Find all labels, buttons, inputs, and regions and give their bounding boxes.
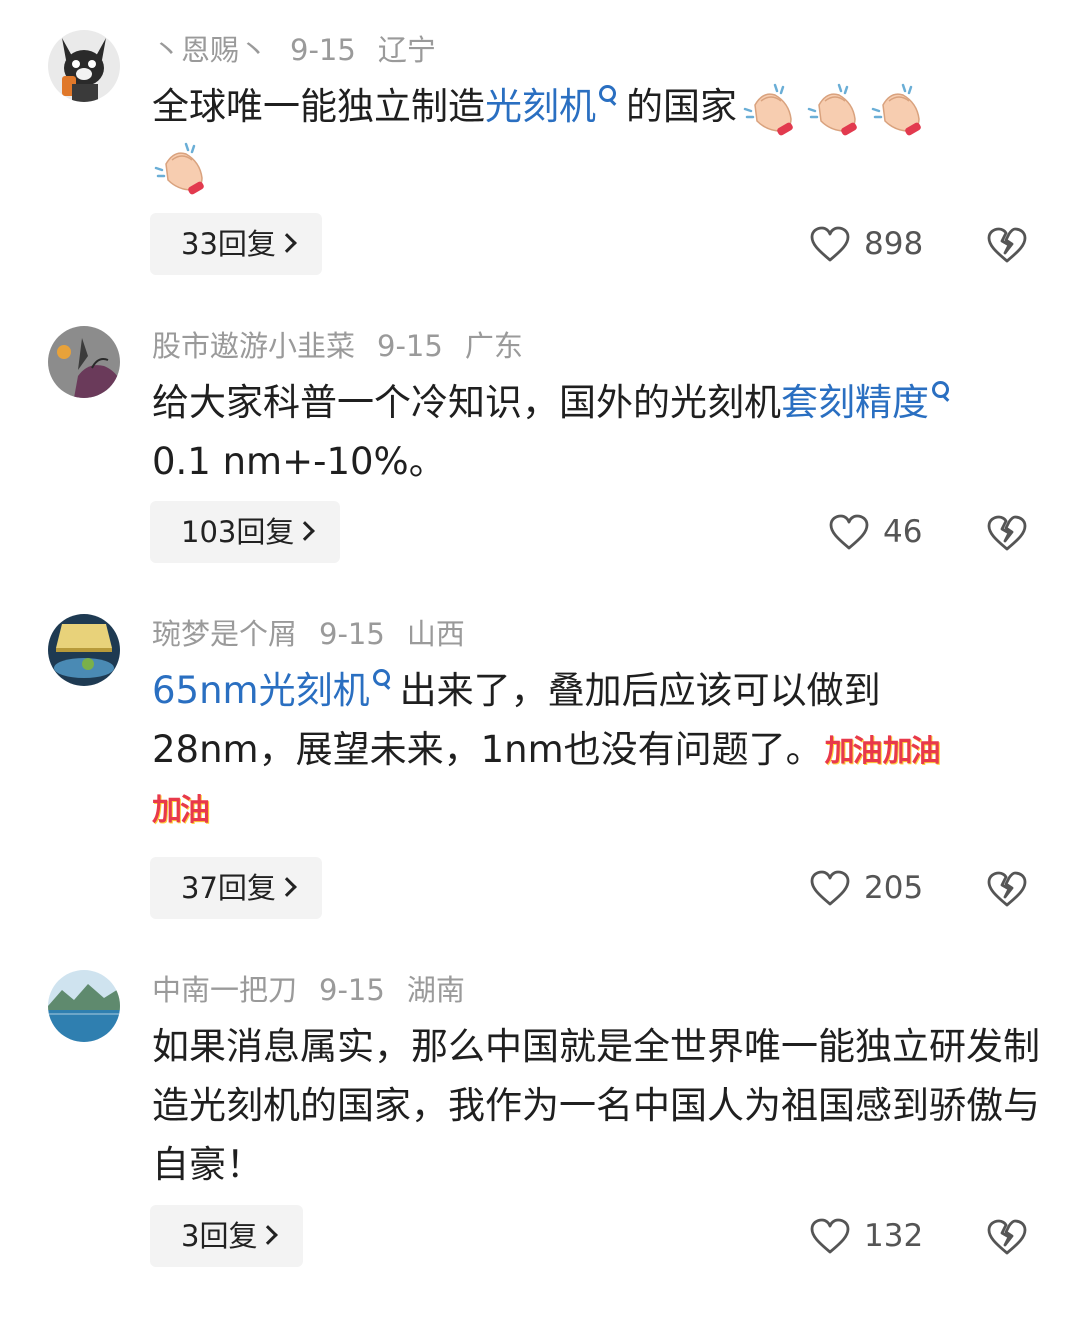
lamp-avatar-icon bbox=[48, 614, 120, 686]
username[interactable]: 琬梦是个屑 bbox=[152, 617, 297, 651]
comment-date: 9-15 bbox=[319, 973, 385, 1007]
clapping-hands-icon bbox=[869, 81, 929, 137]
comment-date: 9-15 bbox=[319, 617, 385, 651]
avatar[interactable] bbox=[48, 326, 120, 398]
comment-text: 65nm光刻机 出来了，叠加后应该可以做到28nm，展望未来，1nm也没有问题了。… bbox=[152, 667, 941, 828]
heart-icon[interactable] bbox=[829, 514, 869, 550]
search-icon bbox=[372, 667, 392, 697]
clapping-hands-icon bbox=[805, 81, 865, 137]
heart-icon[interactable] bbox=[810, 1218, 850, 1254]
comment-meta: 丶恩赐丶 9-15 辽宁 bbox=[152, 32, 458, 68]
mountain-lake-avatar-icon bbox=[48, 970, 120, 1042]
comment-location: 辽宁 bbox=[377, 33, 436, 67]
chevron-right-icon bbox=[277, 877, 297, 897]
jiayou-sticker-icon: 加油 bbox=[824, 733, 883, 769]
chevron-right-icon bbox=[277, 233, 297, 253]
avatar[interactable] bbox=[48, 970, 120, 1042]
heart-icon[interactable] bbox=[810, 226, 850, 262]
comment-meta: 股市遨游小韭菜 9-15 广东 bbox=[152, 328, 545, 364]
broken-heart-icon[interactable] bbox=[987, 1218, 1027, 1256]
username[interactable]: 股市遨游小韭菜 bbox=[152, 329, 355, 363]
avatar[interactable] bbox=[48, 614, 120, 686]
comment-location: 广东 bbox=[464, 329, 523, 363]
broken-heart-icon[interactable] bbox=[987, 514, 1027, 552]
reply-button[interactable]: 3回复 bbox=[150, 1205, 304, 1267]
clapping-hands-icon bbox=[741, 81, 801, 137]
comment-location: 湖南 bbox=[406, 973, 465, 1007]
broken-heart-icon[interactable] bbox=[987, 226, 1027, 264]
avatar[interactable] bbox=[48, 30, 120, 102]
comment-location: 山西 bbox=[406, 617, 465, 651]
like-count: 46 bbox=[883, 514, 923, 550]
jiayou-sticker-icon: 加油 bbox=[882, 733, 941, 769]
heart-icon[interactable] bbox=[810, 870, 850, 906]
reply-button[interactable]: 103回复 bbox=[150, 501, 341, 563]
chevron-right-icon bbox=[258, 1225, 279, 1245]
comment-date: 9-15 bbox=[290, 33, 356, 67]
comment-date: 9-15 bbox=[377, 329, 443, 363]
chevron-right-icon bbox=[295, 521, 316, 541]
jiayou-sticker-icon: 加油 bbox=[152, 792, 210, 828]
comment-meta: 琬梦是个屑 9-15 山西 bbox=[152, 616, 487, 652]
landscape-avatar-icon bbox=[48, 326, 120, 398]
search-icon bbox=[598, 83, 618, 113]
reply-button[interactable]: 33回复 bbox=[150, 213, 322, 275]
like-count: 205 bbox=[864, 870, 924, 906]
search-link[interactable]: 光刻机 bbox=[485, 85, 596, 128]
comment-meta: 中南一把刀 9-15 湖南 bbox=[152, 972, 487, 1008]
comment-text: 给大家科普一个冷知识，国外的光刻机套刻精度 0.1 nm+-10%。 bbox=[152, 373, 1042, 491]
reply-button[interactable]: 37回复 bbox=[150, 857, 322, 919]
search-link[interactable]: 65nm光刻机 bbox=[152, 669, 370, 712]
like-count: 132 bbox=[864, 1218, 924, 1254]
comment-text: 全球唯一能独立制造光刻机 的国家 bbox=[152, 77, 1042, 196]
comment-text: 如果消息属实，那么中国就是全世界唯一能独立研发制造光刻机的国家，我作为一名中国人… bbox=[152, 1025, 1040, 1186]
like-count: 898 bbox=[864, 226, 924, 262]
search-link[interactable]: 套刻精度 bbox=[781, 381, 929, 424]
search-icon bbox=[931, 379, 951, 409]
username[interactable]: 中南一把刀 bbox=[152, 973, 297, 1007]
broken-heart-icon[interactable] bbox=[987, 870, 1027, 908]
username[interactable]: 丶恩赐丶 bbox=[152, 33, 268, 67]
clapping-hands-icon bbox=[152, 140, 212, 196]
dog-avatar-icon bbox=[48, 30, 120, 102]
